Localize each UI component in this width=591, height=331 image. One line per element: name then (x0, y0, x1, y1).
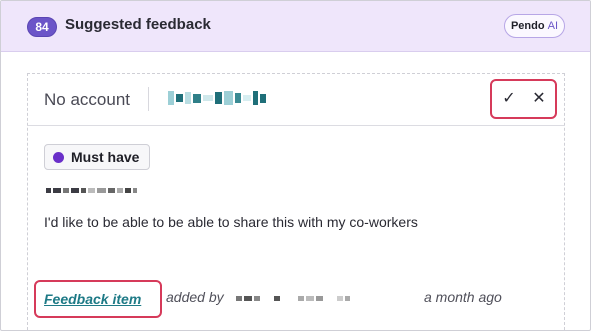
ai-label: AI (547, 20, 559, 32)
count-badge: 84 (27, 17, 57, 37)
pendo-ai-badge[interactable]: Pendo AI (504, 14, 565, 38)
suggestion-actions: ✓ ✕ (490, 79, 557, 119)
accept-button[interactable]: ✓ (499, 89, 519, 109)
feedback-card: No account ✓ ✕ Must have I'd like to be … (27, 73, 565, 330)
priority-dot-icon (53, 151, 64, 163)
check-icon: ✓ (502, 90, 516, 107)
priority-label: Must have (71, 149, 140, 165)
feedback-text: I'd like to be able to be able to share … (44, 214, 418, 230)
added-by-label: added by (166, 289, 224, 305)
priority-tag[interactable]: Must have (44, 144, 151, 170)
card-header: No account ✓ ✕ (28, 74, 564, 126)
feedback-item-highlight: Feedback item (34, 280, 162, 318)
time-ago: a month ago (424, 289, 502, 305)
suggested-feedback-panel: 84 Suggested feedback Pendo AI No accoun… (0, 0, 591, 331)
feedback-item-link[interactable]: Feedback item (44, 291, 141, 307)
close-icon: ✕ (532, 90, 546, 107)
pendo-label: Pendo (510, 20, 545, 32)
redacted-account-name (168, 91, 266, 105)
redacted-author (236, 296, 350, 301)
divider (148, 87, 149, 111)
reject-button[interactable]: ✕ (529, 89, 549, 109)
account-label: No account (44, 90, 130, 109)
panel-header: 84 Suggested feedback Pendo AI (1, 1, 590, 52)
feedback-meta: Feedback item added by a month ago (34, 280, 554, 318)
panel-title: Suggested feedback (65, 16, 211, 33)
redacted-user-name (46, 188, 137, 193)
